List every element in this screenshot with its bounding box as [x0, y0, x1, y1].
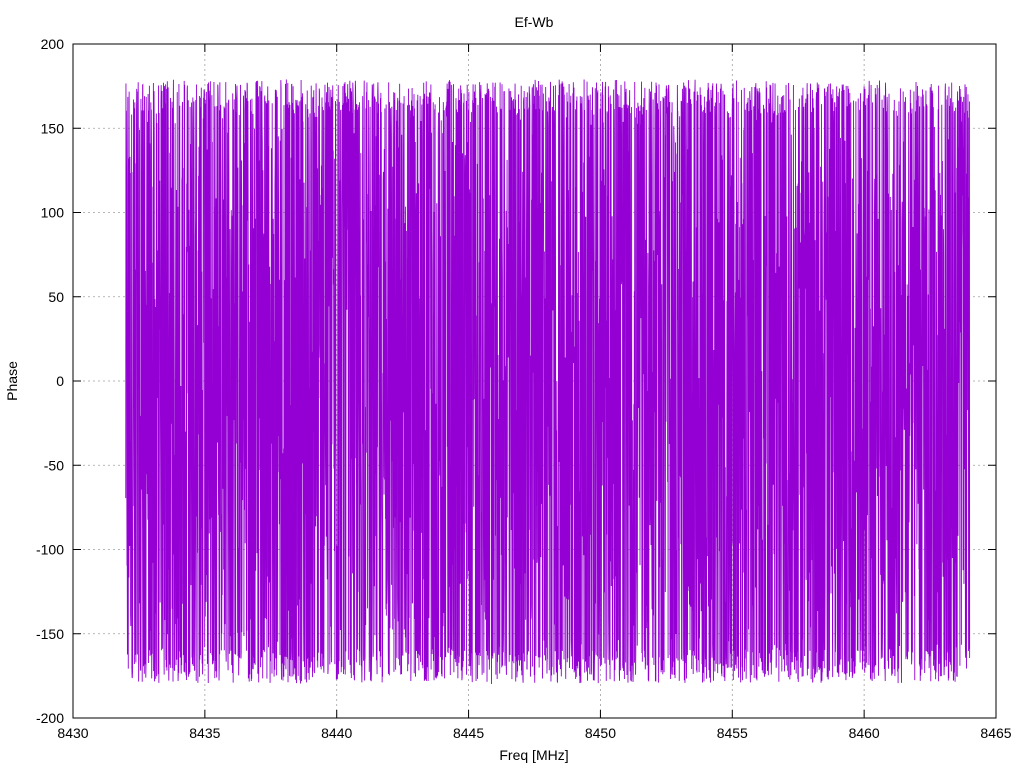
y-tick-label: 0 [56, 373, 64, 389]
x-tick-label: 8430 [57, 725, 88, 741]
x-tick-label: 8460 [849, 725, 880, 741]
y-tick-label: -200 [36, 710, 64, 726]
series-layer [125, 79, 971, 685]
y-axis-title: Phase [4, 361, 20, 401]
x-axis-title: Freq [MHz] [499, 747, 568, 763]
x-tick-label: 8435 [189, 725, 220, 741]
x-tick-label: 8450 [585, 725, 616, 741]
chart: 8430 8435 8440 8445 8450 8455 8460 8465 -200 -150… [4, 14, 1012, 763]
chart-title: Ef-Wb [515, 14, 554, 30]
y-tick-label: 200 [41, 36, 65, 52]
y-tick-label: 100 [41, 205, 65, 221]
y-tick-label: -50 [44, 457, 64, 473]
x-tick-label: 8440 [321, 725, 352, 741]
y-tick-label: -100 [36, 542, 64, 558]
x-tick-label: 8455 [717, 725, 748, 741]
x-tick-label: 8445 [453, 725, 484, 741]
y-tick-label: 150 [41, 120, 65, 136]
phase-series-line [125, 79, 971, 685]
x-tick-label: 8465 [980, 725, 1011, 741]
y-tick-label: -150 [36, 626, 64, 642]
y-tick-label: 50 [48, 289, 64, 305]
